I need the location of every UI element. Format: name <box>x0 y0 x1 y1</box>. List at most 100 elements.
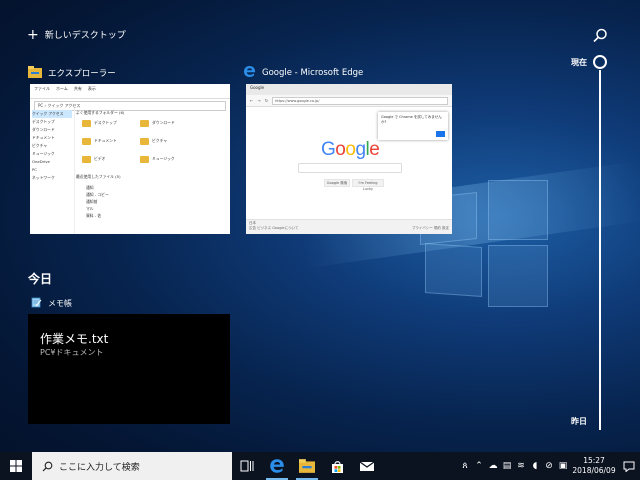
cloud-icon[interactable]: ☁ <box>486 461 500 471</box>
taskbar-clock[interactable]: 15:27 2018/06/09 <box>570 456 618 476</box>
list-item: マル <box>86 206 94 211</box>
list-item: 資料 - 佐 <box>86 213 102 218</box>
store-icon <box>331 460 343 473</box>
system-tray: ጰ ⌃ ☁ ▤ ≋ ◖ ⊘ ▣ 15:27 2018/06/09 <box>458 452 640 480</box>
timeline-yesterday-label[interactable]: 昨日 <box>571 416 587 427</box>
task-view-icon <box>240 460 254 472</box>
new-desktop-button[interactable]: + 新しいデスクトップ <box>27 26 126 43</box>
list-item: 通知前 <box>86 199 98 204</box>
edge-preview: Google ← → ↻ https://www.google.co.jp/ G… <box>246 84 452 234</box>
nav-item: ミュージック <box>32 151 55 156</box>
google-footer: 日本 広告 ビジネス Googleについて プライバシー 規約 設定 <box>246 219 452 234</box>
chevron-up-icon[interactable]: ⌃ <box>472 461 486 471</box>
folder-label: デスクトップ <box>94 120 117 125</box>
browser-tab: Google <box>246 84 452 95</box>
forward-icon: → <box>257 98 261 103</box>
nav-item: デスクトップ <box>32 119 55 124</box>
timeline-scrubber-handle[interactable] <box>593 55 607 69</box>
explorer-content: よく使用するフォルダー (6) デスクトップ ダウンロード ドキュメント ピクチ… <box>74 108 230 234</box>
taskbar-store-button[interactable] <box>322 452 352 480</box>
mail-icon <box>359 461 375 471</box>
lucky-button: I'm Feeling Lucky <box>352 179 384 191</box>
nav-item: ダウンロード <box>32 127 55 132</box>
back-icon: ← <box>250 98 254 103</box>
window-title: エクスプローラー <box>48 69 116 79</box>
nav-item: クイック アクセス <box>32 110 72 118</box>
network-icon[interactable]: ▤ <box>500 461 514 471</box>
timeline-section-today: 今日 <box>28 272 53 286</box>
volume-icon[interactable]: ◖ <box>528 461 542 471</box>
wifi-icon[interactable]: ≋ <box>514 461 528 471</box>
taskbar-search-box[interactable]: ここに入力して検索 <box>32 452 232 480</box>
start-button[interactable] <box>0 452 32 480</box>
section-header: 最近使用したファイル (5) <box>76 174 121 179</box>
ribbon-tab: ファイル <box>34 86 50 91</box>
ribbon-tab: 共有 <box>73 86 82 91</box>
taskbar: ここに入力して検索 ጰ ⌃ ☁ ▤ ≋ ◖ ⊘ ▣ 15:27 2018/06/… <box>0 452 640 480</box>
ribbon-tab: ホーム <box>56 86 68 91</box>
notification-icon <box>623 461 635 472</box>
folder-label: ビデオ <box>94 156 106 161</box>
file-explorer-icon <box>28 65 42 81</box>
ribbon-tab: 表示 <box>87 86 96 91</box>
google-search-box <box>298 163 402 173</box>
folder-icon <box>82 138 91 145</box>
folder-label: ドキュメント <box>94 138 117 143</box>
list-item: 通知 <box>86 185 94 190</box>
activity-app: メモ帳 <box>31 297 72 310</box>
clock-time: 15:27 <box>583 456 605 465</box>
block-icon[interactable]: ⊘ <box>542 461 556 471</box>
activity-card-title: 作業メモ.txt <box>40 332 109 346</box>
nav-item: ネットワーク <box>32 175 55 180</box>
folder-icon <box>140 156 149 163</box>
explorer-preview: ファイル ホーム 共有 表示 PC › クイック アクセス クイック アクセス … <box>30 84 230 234</box>
window-thumbnail-edge[interactable]: Google - Microsoft Edge Google ← → ↻ htt… <box>243 66 453 236</box>
list-item: 通知 - コピー <box>86 192 109 197</box>
folder-icon <box>82 120 91 127</box>
plus-icon: + <box>27 26 39 43</box>
google-logo: Google <box>321 139 380 160</box>
ribbon: ファイル ホーム 共有 表示 <box>30 84 230 99</box>
search-placeholder: ここに入力して検索 <box>59 462 140 473</box>
activity-card[interactable]: 作業メモ.txt PC¥ドキュメント <box>28 314 230 424</box>
nav-item: OneDrive <box>32 159 50 164</box>
folder-label: ミュージック <box>152 156 175 161</box>
activity-app-name: メモ帳 <box>48 299 72 308</box>
search-icon <box>42 461 53 471</box>
windows-logo-icon <box>10 460 22 472</box>
window-title: Google - Microsoft Edge <box>262 68 364 78</box>
notepad-icon <box>31 297 42 310</box>
footer-links-right: プライバシー 規約 設定 <box>411 226 449 230</box>
search-icon[interactable] <box>591 27 609 45</box>
popup-button <box>436 131 445 137</box>
folder-icon <box>140 138 149 145</box>
activity-card-path: PC¥ドキュメント <box>40 348 104 357</box>
window-thumbnail-explorer[interactable]: エクスプローラー ファイル ホーム 共有 表示 PC › クイック アクセス ク… <box>28 65 230 236</box>
url-bar: https://www.google.co.jp/ <box>272 96 448 105</box>
taskbar-explorer-button[interactable] <box>292 452 322 480</box>
browser-toolbar: ← → ↻ https://www.google.co.jp/ <box>246 95 452 107</box>
new-desktop-label: 新しいデスクトップ <box>44 31 126 41</box>
edge-icon <box>243 65 256 81</box>
nav-item: ピクチャ <box>32 143 48 148</box>
people-icon[interactable]: ጰ <box>458 461 472 471</box>
nav-item: PC <box>32 167 37 172</box>
folder-icon <box>140 120 149 127</box>
navigation-pane: クイック アクセス デスクトップ ダウンロード ドキュメント ピクチャ ミュージ… <box>30 108 75 234</box>
task-view-button[interactable] <box>232 452 262 480</box>
popup-text: Google で Chrome を試してみませんか? <box>381 115 442 124</box>
action-center-button[interactable] <box>618 452 640 480</box>
timeline-now-label: 現在 <box>571 58 587 67</box>
taskbar-mail-button[interactable] <box>352 452 382 480</box>
file-explorer-icon <box>299 459 315 473</box>
chrome-promo-popup: Google で Chrome を試してみませんか? <box>378 112 448 140</box>
ime-icon[interactable]: ▣ <box>556 461 570 471</box>
nav-item: ドキュメント <box>32 135 55 140</box>
google-search-button: Google 検索 <box>324 179 350 187</box>
footer-links: 広告 ビジネス Googleについて <box>249 226 299 230</box>
folder-icon <box>82 156 91 163</box>
section-header: よく使用するフォルダー (6) <box>76 110 125 115</box>
taskbar-edge-button[interactable] <box>262 452 292 480</box>
edge-icon <box>270 459 284 473</box>
timeline-scrollbar[interactable] <box>599 70 601 430</box>
